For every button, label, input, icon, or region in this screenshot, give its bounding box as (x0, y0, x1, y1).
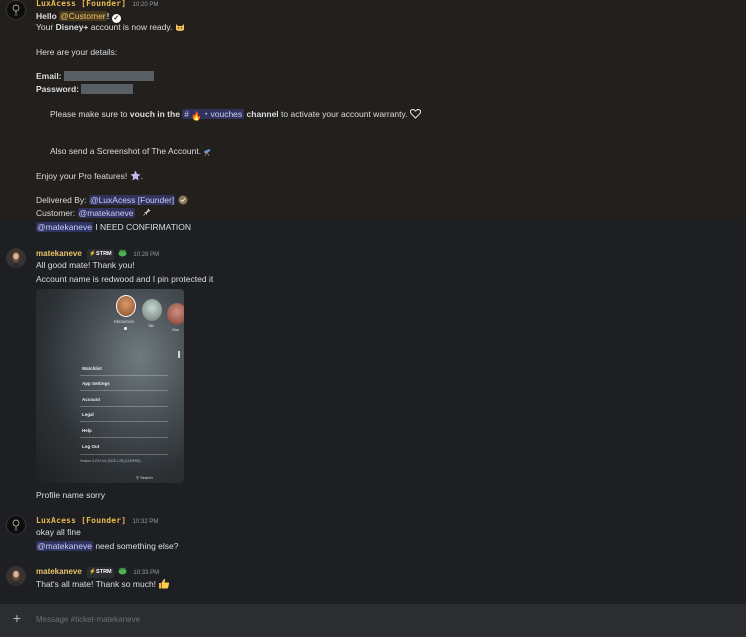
avatar[interactable] (6, 515, 26, 535)
add-attachment-icon[interactable]: + (10, 611, 24, 625)
delivered-label: Delivered By: (36, 195, 87, 205)
founder-mention[interactable]: @LuxAcess [Founder] (88, 195, 176, 205)
email-label: Email: (36, 71, 62, 81)
customer-label: Customer: (36, 208, 76, 218)
password-redacted (81, 84, 134, 94)
telescope-icon (203, 147, 212, 159)
screenshot-text: Also send a Screenshot of The Account. (50, 146, 202, 156)
check-badge-icon (178, 195, 188, 208)
message-text: Profile name sorry (36, 490, 105, 500)
menu-divider (80, 390, 168, 391)
menu-item: Help (82, 428, 92, 433)
channel-hash: # (184, 109, 190, 119)
user-mention[interactable]: @matekaneve (36, 541, 93, 551)
channel-name: ・vouches (202, 109, 243, 119)
avatar[interactable] (6, 566, 26, 586)
lock-icon (124, 327, 127, 330)
vouches-channel-link[interactable]: # 🔥・vouches (182, 109, 245, 121)
fire-icon: 🔥 (191, 111, 202, 121)
menu-divider (80, 437, 168, 438)
menu-divider (80, 406, 168, 407)
guild-tag-badge[interactable]: ⚡STRM (87, 249, 114, 260)
menu-divider (80, 421, 168, 422)
version-text: Version: 4.20.2 rc1 (2025 1 28) (1234FMS… (80, 459, 141, 463)
message-text: Account name is redwood and I pin protec… (36, 274, 214, 284)
customer-role-mention[interactable]: @Customer (59, 11, 107, 21)
sparkle-star-icon (130, 170, 141, 184)
heart-outline-icon (409, 109, 422, 122)
scroll-indicator (178, 351, 180, 358)
hello-text: Hello (36, 11, 57, 21)
avatar[interactable] (6, 248, 26, 268)
profile-name: Gus (172, 328, 179, 332)
channel-word: channel (246, 109, 279, 119)
message-text: All good mate! Thank you! (36, 260, 135, 270)
lightbulb-logo-icon (12, 4, 20, 16)
service-name: Disney+ (55, 22, 89, 32)
message-text: need something else? (95, 541, 179, 551)
vouch-text-post: to activate your account warranty. (281, 109, 408, 119)
author-name[interactable]: matekaneve (36, 567, 82, 576)
confirm-mention[interactable]: @matekaneve (36, 222, 93, 232)
menu-item: Log Out (82, 444, 100, 449)
lightbulb-logo-icon (12, 519, 20, 531)
vouch-text-pre: Please make sure to (50, 109, 128, 119)
timestamp: 10:32 PM (132, 519, 159, 525)
author-name[interactable]: LuxAcess [Founder] (36, 0, 126, 8)
author-name[interactable]: matekaneve (36, 249, 82, 258)
message-composer: + Message #ticket-matekaneve (0, 604, 746, 637)
menu-item: Legal (82, 412, 94, 417)
menu-divider (80, 454, 168, 455)
user-avatar-icon (9, 251, 23, 267)
text-ready: account is now ready. (90, 22, 173, 32)
message-text: That's all mate! Thank so much! (36, 579, 157, 589)
timestamp: 10:28 PM (133, 252, 160, 258)
guild-tag-badge[interactable]: ⚡STRM (87, 567, 114, 578)
confirm-text: I NEED CONFIRMATION (95, 222, 192, 232)
menu-divider (80, 375, 168, 376)
author-name[interactable]: LuxAcess [Founder] (36, 516, 126, 525)
details-text: Here are your details: (36, 47, 118, 57)
timestamp: 10:20 PM (132, 2, 159, 8)
user-avatar-icon (9, 569, 23, 585)
frog-role-icon (118, 566, 127, 578)
menu-item: Account (82, 397, 100, 402)
timestamp: 10:33 PM (133, 570, 160, 576)
avatar[interactable] (6, 0, 26, 20)
cat-emoji-icon (175, 22, 185, 35)
profile-name: REDWOOD (114, 320, 135, 324)
menu-item: Watchlist (82, 366, 102, 371)
image-attachment[interactable]: REDWOOD Tiki Gus Watchlist App Settings … (36, 289, 184, 483)
search-label: Search (140, 475, 153, 480)
profile-avatar-gus (167, 303, 184, 325)
password-label: Password: (36, 84, 79, 94)
badge-label: STRM (96, 251, 112, 257)
message-input[interactable]: Message #ticket-matekaneve (36, 615, 140, 624)
thumbs-up-icon (158, 578, 170, 592)
menu-item: App Settings (82, 381, 110, 386)
pin-icon (143, 208, 151, 218)
profile-name: Tiki (148, 324, 154, 328)
enjoy-text: Enjoy your Pro features! (36, 171, 128, 181)
profile-avatar-redwood (116, 295, 136, 317)
frog-role-icon (118, 248, 127, 260)
text-your: Your (36, 22, 54, 32)
badge-label: STRM (96, 569, 112, 575)
vouch-text-bold: vouch in the (129, 109, 180, 119)
message-text: okay all fine (36, 527, 81, 537)
customer-mention[interactable]: @matekaneve (77, 208, 135, 218)
search-icon: ⚲ (136, 475, 139, 480)
email-redacted (63, 71, 154, 81)
profile-avatar-tiki (142, 299, 162, 321)
search-tab: ⚲ Search (136, 475, 153, 480)
